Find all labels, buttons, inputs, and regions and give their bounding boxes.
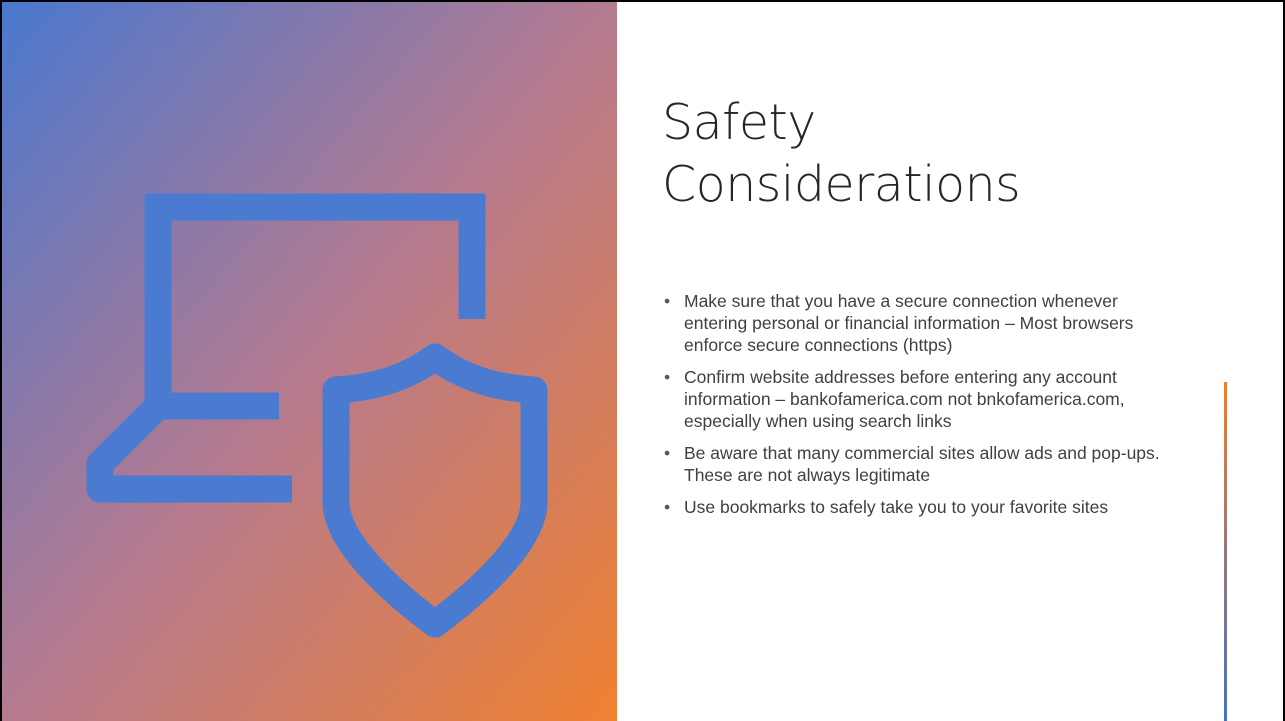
bullet-text: Be aware that many commercial sites allo…: [684, 443, 1160, 485]
bullet-dot: •: [664, 291, 671, 311]
content-area: Safety Considerations • Make sure that y…: [662, 2, 1222, 721]
slide: Safety Considerations • Make sure that y…: [0, 0, 1285, 721]
slide-title-line-2: Considerations: [662, 156, 1021, 213]
bullet-dot: •: [664, 443, 671, 463]
bullet-item: • Be aware that many commercial sites al…: [662, 442, 1182, 486]
shield-icon: [322, 343, 548, 638]
art-panel: [2, 2, 617, 721]
slide-title: Safety Considerations: [662, 92, 1222, 216]
bullet-list: • Make sure that you have a secure conne…: [662, 290, 1182, 528]
bullet-item: • Make sure that you have a secure conne…: [662, 290, 1182, 356]
bullet-item: • Confirm website addresses before enter…: [662, 366, 1182, 432]
bullet-text: Make sure that you have a secure connect…: [684, 291, 1134, 355]
bullet-text: Confirm website addresses before enterin…: [684, 367, 1125, 431]
bullet-dot: •: [664, 497, 671, 517]
slide-title-line-1: Safety: [662, 94, 816, 151]
accent-line: [1224, 382, 1227, 721]
bullet-text: Use bookmarks to safely take you to your…: [684, 497, 1109, 517]
bullet-item: • Use bookmarks to safely take you to yo…: [662, 496, 1182, 518]
bullet-dot: •: [664, 367, 671, 387]
